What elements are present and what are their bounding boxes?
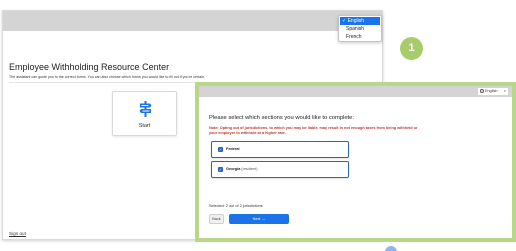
- window-top-bar: [3, 11, 382, 31]
- opt-out-warning-note: Note: Opting out of jurisdictions, to wh…: [209, 126, 418, 135]
- screenshot-stage: Employee Withholding Resource Center The…: [0, 0, 516, 251]
- language-option-label: English: [347, 18, 364, 24]
- jurisdiction-option-georgia[interactable]: ✓ Georgia (resident): [211, 161, 349, 178]
- page-title: Employee Withholding Resource Center: [9, 62, 170, 72]
- sign-out-link[interactable]: Sign out: [9, 231, 26, 236]
- checkbox-checked-icon[interactable]: ✓: [218, 147, 223, 152]
- jurisdiction-name: Georgia: [226, 167, 241, 171]
- window-top-bar: [199, 86, 512, 97]
- selected-count-text: Selected: 2 out of 2 jurisdictions: [209, 204, 263, 208]
- jurisdiction-label: Federal: [226, 146, 240, 153]
- section-question: Please select which sections you would l…: [209, 115, 354, 121]
- back-button[interactable]: Back: [209, 214, 224, 224]
- language-option-spanish[interactable]: Spanish: [340, 25, 380, 33]
- jurisdiction-label: Georgia (resident): [226, 166, 257, 173]
- jurisdiction-option-federal[interactable]: ✓ Federal: [211, 141, 349, 158]
- chevron-down-icon: ∨: [503, 89, 506, 93]
- globe-icon: [480, 89, 484, 93]
- check-icon: ✓: [342, 18, 347, 24]
- checkbox-checked-icon[interactable]: ✓: [218, 167, 223, 172]
- language-select[interactable]: English ∨: [478, 88, 508, 95]
- language-option-french[interactable]: French: [340, 33, 380, 41]
- start-button[interactable]: Start: [112, 91, 177, 136]
- next-button[interactable]: Next →: [229, 214, 289, 224]
- step-number-badge: 1: [400, 37, 423, 60]
- jurisdiction-selection-window: English ∨ Please select which sections y…: [195, 82, 516, 242]
- jurisdiction-name: Federal: [226, 147, 240, 151]
- signpost-icon: [139, 101, 152, 117]
- jurisdiction-qualifier: (resident): [241, 167, 258, 171]
- language-dropdown-menu: ✓ English Spanish French: [338, 15, 382, 42]
- decorative-circle: [385, 246, 397, 251]
- language-select-value: English: [485, 89, 498, 93]
- page-subtitle: The assistant can guide you to the corre…: [9, 75, 206, 79]
- start-label: Start: [138, 123, 151, 129]
- language-option-english[interactable]: ✓ English: [340, 17, 380, 25]
